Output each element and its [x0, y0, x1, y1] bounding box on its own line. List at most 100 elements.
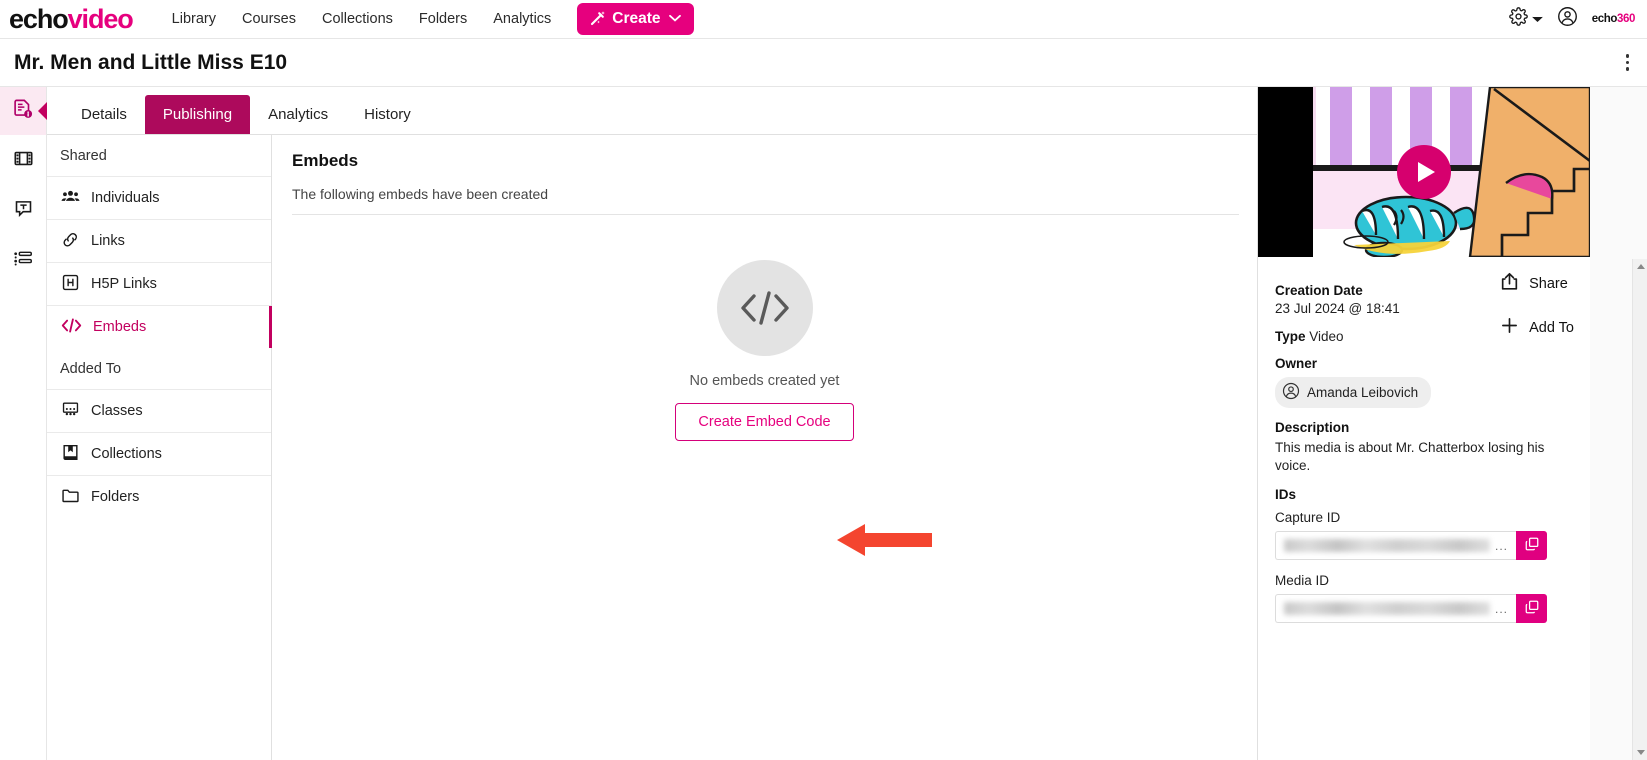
- embeds-main-panel: Embeds The following embeds have been cr…: [272, 135, 1257, 760]
- book-icon: [61, 443, 80, 466]
- owner-chip[interactable]: Amanda Leibovich: [1275, 377, 1432, 408]
- add-to-button-label: Add To: [1529, 319, 1574, 336]
- rail-item-transcript[interactable]: [0, 187, 46, 235]
- text-bubble-icon: [13, 198, 34, 224]
- scroll-up-arrow-icon[interactable]: [1633, 259, 1647, 274]
- rail-item-index[interactable]: [0, 237, 46, 285]
- nav-collections[interactable]: Collections: [309, 5, 406, 33]
- document-info-icon: [12, 98, 34, 125]
- copy-media-id-button[interactable]: [1516, 594, 1547, 624]
- tab-history[interactable]: History: [346, 95, 429, 134]
- media-id-label: Media ID: [1275, 573, 1330, 589]
- film-strip-icon: [13, 148, 34, 174]
- sidebar-item-links[interactable]: Links: [47, 219, 271, 262]
- sidebar-item-label: Folders: [91, 489, 140, 505]
- media-id-input[interactable]: ...: [1275, 594, 1516, 624]
- section-tabs: Details Publishing Analytics History: [47, 87, 1257, 135]
- link-chain-icon: [61, 230, 80, 253]
- sidebar-item-collections[interactable]: Collections: [47, 432, 271, 475]
- sidebar-item-embeds[interactable]: Embeds: [47, 305, 272, 348]
- sidebar-heading-shared: Shared: [60, 148, 107, 164]
- tab-analytics[interactable]: Analytics: [250, 95, 346, 134]
- kebab-menu-icon[interactable]: [1625, 54, 1629, 71]
- create-button[interactable]: Create: [577, 3, 694, 35]
- embeds-subtitle: The following embeds have been created: [292, 186, 1239, 215]
- media-details-panel: Share Add To Creation Date 23 Jul 2024 @…: [1257, 87, 1647, 760]
- chevron-down-icon: [1532, 10, 1543, 28]
- rail-item-details[interactable]: [0, 87, 46, 135]
- capture-id-label: Capture ID: [1275, 510, 1341, 526]
- logo-echo-text: echo: [9, 3, 69, 34]
- kebab-dot: [1625, 60, 1629, 65]
- app-root: echovideo Library Courses Collections Fo…: [0, 0, 1647, 760]
- description-value: This media is about Mr. Chatterbox losin…: [1275, 440, 1545, 474]
- sidebar-item-h5p-links[interactable]: H5P Links: [47, 262, 271, 305]
- echovideo-logo[interactable]: echovideo: [9, 3, 134, 34]
- sidebar-item-individuals[interactable]: Individuals: [47, 176, 271, 219]
- rail-item-media[interactable]: [0, 137, 46, 185]
- share-icon: [1499, 271, 1520, 296]
- user-avatar-icon: [1282, 382, 1300, 403]
- user-account-icon: [1557, 6, 1578, 32]
- left-icon-rail: [0, 87, 47, 760]
- copy-capture-id-button[interactable]: [1516, 531, 1547, 561]
- ids-label: IDs: [1275, 487, 1297, 503]
- plus-icon: [1499, 315, 1520, 340]
- panel-action-buttons: Share Add To: [1499, 271, 1574, 359]
- sidebar-heading-added-to: Added To: [60, 361, 122, 377]
- page-title: Mr. Men and Little Miss E10: [14, 50, 288, 74]
- description-label: Description: [1275, 420, 1350, 435]
- owner-name: Amanda Leibovich: [1307, 385, 1419, 400]
- create-button-label: Create: [612, 10, 661, 27]
- folder-icon: [61, 486, 80, 509]
- top-nav-right-group: echo360: [1508, 6, 1647, 32]
- add-to-button[interactable]: Add To: [1499, 315, 1574, 340]
- magic-wand-icon: [590, 10, 606, 28]
- media-type-label: Type: [1275, 329, 1306, 344]
- video-thumbnail[interactable]: [1258, 87, 1590, 257]
- redacted-value: [1284, 602, 1490, 616]
- media-metadata: Share Add To Creation Date 23 Jul 2024 @…: [1258, 257, 1590, 760]
- share-button[interactable]: Share: [1499, 271, 1574, 296]
- top-navigation-bar: echovideo Library Courses Collections Fo…: [0, 0, 1647, 39]
- tab-details[interactable]: Details: [63, 95, 145, 134]
- share-button-label: Share: [1529, 275, 1568, 292]
- nav-folders[interactable]: Folders: [406, 5, 480, 33]
- nav-library[interactable]: Library: [159, 5, 229, 33]
- page-title-bar: Mr. Men and Little Miss E10: [0, 39, 1647, 87]
- nav-courses[interactable]: Courses: [229, 5, 309, 33]
- capture-id-field: ...: [1275, 531, 1547, 561]
- tab-publishing[interactable]: Publishing: [144, 95, 251, 134]
- nav-analytics[interactable]: Analytics: [480, 5, 564, 33]
- gear-icon: [1508, 7, 1528, 31]
- code-brackets-icon: [716, 260, 813, 356]
- play-button-icon[interactable]: [1397, 145, 1451, 199]
- red-annotation-arrow: [837, 524, 932, 556]
- logo-video-text: video: [67, 3, 134, 34]
- empty-state-text: No embeds created yet: [689, 373, 840, 389]
- sidebar-item-classes[interactable]: Classes: [47, 389, 271, 432]
- sidebar-item-label: Collections: [91, 446, 162, 462]
- user-account-button[interactable]: [1557, 6, 1578, 32]
- create-embed-code-button[interactable]: Create Embed Code: [675, 403, 854, 441]
- publishing-sidebar: Shared Individuals Links H5P Links Embed…: [47, 135, 272, 760]
- capture-id-input[interactable]: ...: [1275, 531, 1516, 561]
- sidebar-item-label: Individuals: [91, 190, 160, 206]
- kebab-dot: [1625, 54, 1629, 58]
- scroll-down-arrow-icon[interactable]: [1633, 745, 1647, 760]
- panel-scrollbar[interactable]: [1632, 259, 1647, 760]
- empty-state: No embeds created yet Create Embed Code: [272, 260, 1257, 441]
- kebab-dot: [1625, 67, 1629, 71]
- h5p-icon: [61, 273, 80, 296]
- code-brackets-icon: [61, 317, 82, 338]
- echo360-brand-logo: echo360: [1591, 13, 1636, 25]
- sidebar-item-label: Classes: [91, 403, 143, 419]
- list-icon: [12, 248, 34, 275]
- settings-menu-button[interactable]: [1508, 7, 1543, 31]
- sidebar-item-folders[interactable]: Folders: [47, 475, 271, 518]
- redacted-value: [1284, 539, 1490, 553]
- people-icon: [61, 187, 80, 210]
- media-id-ellipsis: ...: [1494, 601, 1508, 616]
- echo360-brand-number: 360: [1617, 13, 1635, 25]
- echo360-brand-echo: echo: [1591, 13, 1618, 25]
